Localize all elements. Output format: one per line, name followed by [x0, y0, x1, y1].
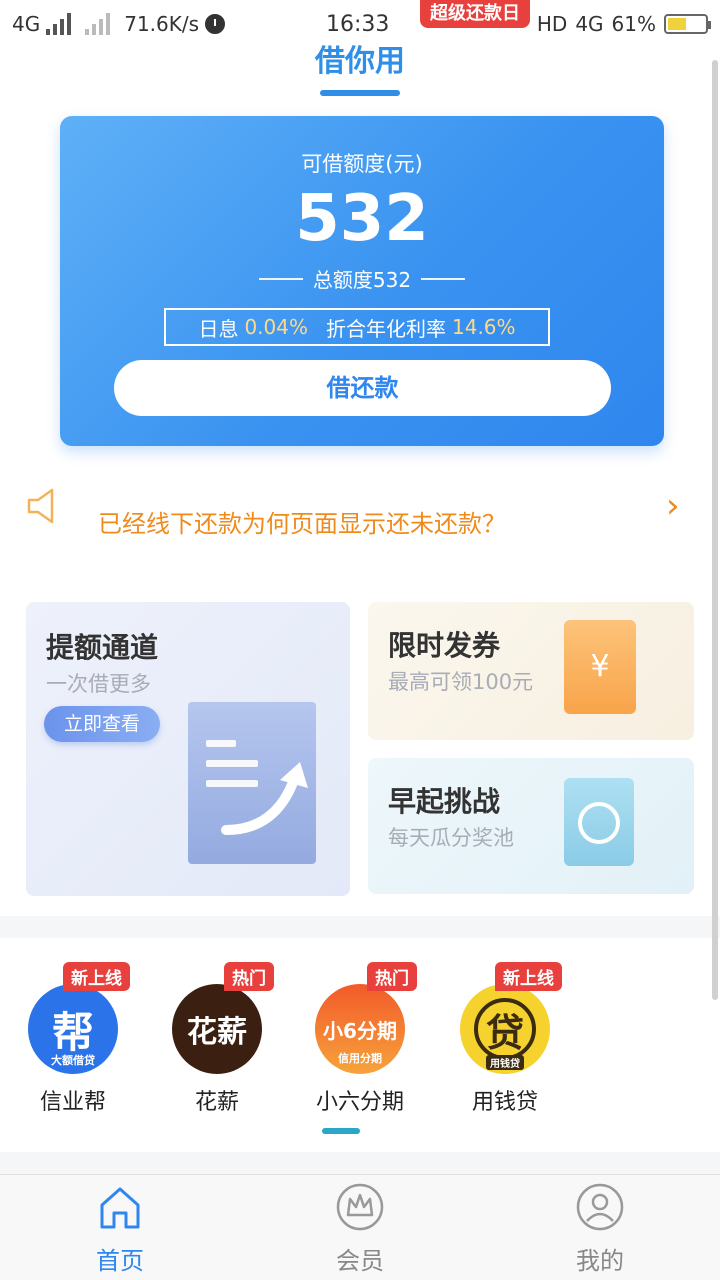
signal-icon: [46, 13, 72, 35]
user-icon: [576, 1183, 624, 1231]
app-name: 用钱贷: [471, 1090, 538, 1115]
app-item-xiaoliu[interactable]: 小6分期 信用分期 热门 小六分期: [305, 962, 417, 1116]
new-badge: 新上线: [63, 962, 130, 991]
tab-member[interactable]: 会员: [300, 1183, 420, 1276]
app-name: 信业帮: [39, 1090, 106, 1115]
view-now-button[interactable]: 立即查看: [44, 706, 160, 742]
xinyebang-logo-icon: 帮 大额借贷 新上线: [28, 962, 130, 1074]
network-type-2: 4G: [575, 12, 604, 36]
notice-text: 已经线下还款为何页面显示还未还款？: [98, 510, 506, 538]
early-rise-card[interactable]: 早起挑战 每天瓜分奖池: [368, 758, 694, 894]
xinyebang-logo-sub: 大额借贷: [51, 1054, 95, 1067]
app-item-huaxin[interactable]: 花薪 热门 花薪: [162, 962, 274, 1116]
quota-title: 提额通道: [46, 631, 159, 664]
status-left: 4G 71.6K/s: [12, 12, 226, 36]
alarm-clock-icon: [564, 778, 634, 866]
borrow-repay-button[interactable]: 借还款: [114, 360, 611, 416]
document-arrow-icon: [188, 702, 316, 864]
coupon-subtitle: 最高可领100元: [388, 670, 534, 694]
huaxin-logo-icon: 花薪 热门: [172, 962, 274, 1074]
hd-indicator: HD: [536, 12, 568, 36]
credit-amount: 532: [295, 182, 429, 256]
tab-mine[interactable]: 我的: [540, 1183, 660, 1276]
battery-icon: [664, 14, 711, 34]
early-title: 早起挑战: [388, 785, 501, 818]
app-item-yongqiandai[interactable]: 贷 用钱贷 新上线 用钱贷: [450, 962, 562, 1116]
status-right: HD 4G 61%: [536, 12, 711, 36]
divider-line-right: [421, 277, 466, 280]
bottom-tab-bar: 首页 会员 我的: [0, 1174, 720, 1280]
app-name: 小六分期: [315, 1090, 404, 1115]
notice-bar[interactable]: 已经线下还款为何页面显示还未还款？ ›: [0, 476, 720, 556]
section-divider: [0, 1152, 720, 1174]
crown-icon: [336, 1183, 384, 1231]
chevron-right-icon: ›: [666, 486, 680, 526]
yongqiandai-logo-icon: 贷 用钱贷 新上线: [460, 962, 562, 1074]
apps-scroll-indicator: [322, 1128, 360, 1134]
daily-rate-label: 日息: [198, 316, 239, 341]
yongqiandai-logo-sub: 用钱贷: [486, 1055, 524, 1070]
xiaoliu-logo-sub: 信用分期: [338, 1052, 382, 1065]
promo-tag[interactable]: 超级还款日: [420, 0, 530, 28]
xiaoliu-logo-text: 小6分期: [323, 1018, 397, 1043]
hot-badge: 热门: [224, 962, 274, 991]
credit-total: 总额度532: [60, 264, 664, 293]
huaxin-logo-text: 花薪: [187, 1015, 247, 1050]
home-icon: [100, 1187, 140, 1229]
divider-line-left: [258, 277, 303, 280]
annual-rate-label: 折合年化利率: [326, 316, 446, 341]
coupon-yen-icon: ¥: [564, 620, 636, 714]
speaker-icon: [27, 488, 54, 524]
new-badge: 新上线: [495, 962, 562, 991]
status-time: 16:33: [326, 12, 390, 37]
signal-secondary-icon: [85, 13, 111, 35]
credit-card: 可借额度(元) 532 总额度532 日息 0.04% 折合年化利率 14.6%…: [60, 116, 664, 446]
title-underline: [320, 90, 400, 96]
annual-rate-value: 14.6%: [452, 315, 516, 339]
page-title: 借你用: [315, 44, 405, 79]
coupon-title: 限时发券: [388, 629, 501, 662]
rate-box: 日息 0.04% 折合年化利率 14.6%: [164, 308, 550, 346]
page-scrollbar[interactable]: [712, 60, 718, 1000]
tab-home-label: 首页: [96, 1247, 144, 1275]
yongqiandai-logo-text: 贷: [474, 998, 536, 1060]
tab-member-label: 会员: [336, 1247, 384, 1275]
network-speed: 71.6K/s: [124, 12, 200, 36]
battery-percent: 61%: [611, 12, 656, 36]
alarm-icon: [205, 14, 226, 34]
section-divider: [0, 916, 720, 938]
app-name: 花薪: [194, 1090, 239, 1115]
credit-label: 可借额度(元): [301, 152, 423, 176]
xiaoliu-logo-icon: 小6分期 信用分期 热门: [315, 962, 417, 1074]
app-item-xinyebang[interactable]: 帮 大额借贷 新上线 信业帮: [18, 962, 130, 1116]
tab-home[interactable]: 首页: [60, 1183, 180, 1276]
daily-rate-value: 0.04%: [244, 315, 308, 339]
quota-subtitle: 一次借更多: [46, 672, 151, 696]
xinyebang-logo-text: 帮: [51, 1007, 94, 1057]
network-type: 4G: [12, 12, 41, 36]
tab-mine-label: 我的: [576, 1247, 624, 1275]
quota-channel-card[interactable]: 提额通道 一次借更多 立即查看: [26, 602, 350, 896]
early-subtitle: 每天瓜分奖池: [388, 826, 514, 850]
credit-total-text: 总额度532: [312, 268, 412, 292]
coupon-card[interactable]: 限时发券 最高可领100元 ¥: [368, 602, 694, 740]
hot-badge: 热门: [367, 962, 417, 991]
